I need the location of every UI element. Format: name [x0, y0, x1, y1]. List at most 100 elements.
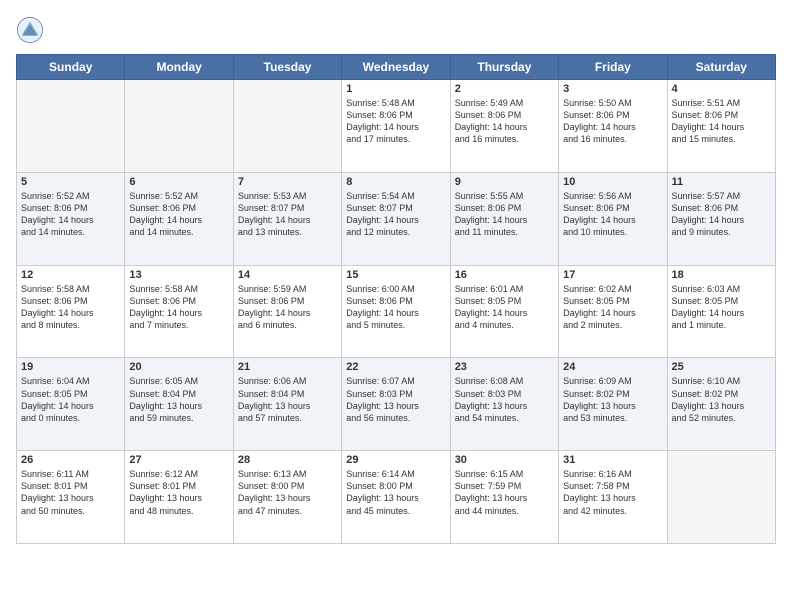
day-number: 1	[346, 83, 445, 95]
cal-cell-13: 13 Sunrise: 5:58 AM Sunset: 8:06 PM Dayli…	[125, 265, 233, 358]
cell-text: Sunrise: 5:58 AM Sunset: 8:06 PM Dayligh…	[21, 283, 120, 332]
cell-text: Sunrise: 6:07 AM Sunset: 8:03 PM Dayligh…	[346, 375, 445, 424]
day-number: 30	[455, 454, 554, 466]
week-row-4: 19Sunrise: 6:04 AM Sunset: 8:05 PM Dayli…	[17, 358, 776, 451]
cal-cell-15: 15 Sunrise: 6:00 AM Sunset: 8:06 PM Dayli…	[342, 265, 450, 358]
day-number: 2	[455, 83, 554, 95]
cell-text: Sunrise: 6:02 AM Sunset: 8:05 PM Dayligh…	[563, 283, 662, 332]
cell-text: Sunrise: 6:05 AM Sunset: 8:04 PM Dayligh…	[129, 375, 228, 424]
day-header-row: SundayMondayTuesdayWednesdayThursdayFrid…	[17, 55, 776, 80]
cal-cell-12: 12 Sunrise: 5:58 AM Sunset: 8:06 PM Dayli…	[17, 265, 125, 358]
cell-text: Sunrise: 6:06 AM Sunset: 8:04 PM Dayligh…	[238, 375, 337, 424]
day-number: 22	[346, 361, 445, 373]
cal-cell-1: 1Sunrise: 5:48 AM Sunset: 8:06 PM Daylig…	[342, 80, 450, 173]
cal-cell-17: 17 Sunrise: 6:02 AM Sunset: 8:05 PM Dayli…	[559, 265, 667, 358]
cell-text: Sunrise: 6:10 AM Sunset: 8:02 PM Dayligh…	[672, 375, 771, 424]
cal-cell-25: 25 Sunrise: 6:10 AM Sunset: 8:02 PM Dayli…	[667, 358, 775, 451]
cal-cell-7: 7Sunrise: 5:53 AM Sunset: 8:07 PM Daylig…	[233, 172, 341, 265]
cell-text: Sunrise: 6:09 AM Sunset: 8:02 PM Dayligh…	[563, 375, 662, 424]
cell-text: Sunrise: 5:53 AM Sunset: 8:07 PM Dayligh…	[238, 190, 337, 239]
cell-text: Sunrise: 5:56 AM Sunset: 8:06 PM Dayligh…	[563, 190, 662, 239]
week-row-5: 26 Sunrise: 6:11 AM Sunset: 8:01 PM Dayli…	[17, 451, 776, 544]
cell-text: Sunrise: 6:13 AM Sunset: 8:00 PM Dayligh…	[238, 468, 337, 517]
cal-cell-23: 23Sunrise: 6:08 AM Sunset: 8:03 PM Dayli…	[450, 358, 558, 451]
cal-cell-11: 11 Sunrise: 5:57 AM Sunset: 8:06 PM Dayli…	[667, 172, 775, 265]
day-number: 4	[672, 83, 771, 95]
day-number: 12	[21, 269, 120, 281]
logo-icon	[16, 16, 44, 44]
cal-cell-14: 14 Sunrise: 5:59 AM Sunset: 8:06 PM Dayli…	[233, 265, 341, 358]
day-number: 28	[238, 454, 337, 466]
cal-cell-9: 9Sunrise: 5:55 AM Sunset: 8:06 PM Daylig…	[450, 172, 558, 265]
day-number: 26	[21, 454, 120, 466]
day-number: 20	[129, 361, 228, 373]
cal-cell-24: 24 Sunrise: 6:09 AM Sunset: 8:02 PM Dayli…	[559, 358, 667, 451]
day-header-thursday: Thursday	[450, 55, 558, 80]
week-row-3: 12 Sunrise: 5:58 AM Sunset: 8:06 PM Dayli…	[17, 265, 776, 358]
day-number: 13	[129, 269, 228, 281]
cal-cell-16: 16Sunrise: 6:01 AM Sunset: 8:05 PM Dayli…	[450, 265, 558, 358]
cell-text: Sunrise: 6:14 AM Sunset: 8:00 PM Dayligh…	[346, 468, 445, 517]
cal-cell-5: 5 Sunrise: 5:52 AM Sunset: 8:06 PM Daylig…	[17, 172, 125, 265]
cell-text: Sunrise: 5:49 AM Sunset: 8:06 PM Dayligh…	[455, 97, 554, 146]
cell-text: Sunrise: 5:52 AM Sunset: 8:06 PM Dayligh…	[129, 190, 228, 239]
cell-text: Sunrise: 6:00 AM Sunset: 8:06 PM Dayligh…	[346, 283, 445, 332]
day-number: 27	[129, 454, 228, 466]
cell-text: Sunrise: 5:52 AM Sunset: 8:06 PM Dayligh…	[21, 190, 120, 239]
cal-cell-2: 2 Sunrise: 5:49 AM Sunset: 8:06 PM Daylig…	[450, 80, 558, 173]
cal-cell-18: 18 Sunrise: 6:03 AM Sunset: 8:05 PM Dayli…	[667, 265, 775, 358]
day-number: 18	[672, 269, 771, 281]
cal-cell-8: 8Sunrise: 5:54 AM Sunset: 8:07 PM Daylig…	[342, 172, 450, 265]
day-number: 23	[455, 361, 554, 373]
day-number: 24	[563, 361, 662, 373]
day-header-wednesday: Wednesday	[342, 55, 450, 80]
cell-text: Sunrise: 6:12 AM Sunset: 8:01 PM Dayligh…	[129, 468, 228, 517]
day-number: 29	[346, 454, 445, 466]
cell-text: Sunrise: 6:03 AM Sunset: 8:05 PM Dayligh…	[672, 283, 771, 332]
cal-cell-empty-6	[667, 451, 775, 544]
week-row-1: 1Sunrise: 5:48 AM Sunset: 8:06 PM Daylig…	[17, 80, 776, 173]
cell-text: Sunrise: 6:01 AM Sunset: 8:05 PM Dayligh…	[455, 283, 554, 332]
week-row-2: 5 Sunrise: 5:52 AM Sunset: 8:06 PM Daylig…	[17, 172, 776, 265]
day-number: 5	[21, 176, 120, 188]
cal-cell-31: 31 Sunrise: 6:16 AM Sunset: 7:58 PM Dayli…	[559, 451, 667, 544]
day-header-sunday: Sunday	[17, 55, 125, 80]
cell-text: Sunrise: 5:59 AM Sunset: 8:06 PM Dayligh…	[238, 283, 337, 332]
cell-text: Sunrise: 6:16 AM Sunset: 7:58 PM Dayligh…	[563, 468, 662, 517]
cal-cell-20: 20 Sunrise: 6:05 AM Sunset: 8:04 PM Dayli…	[125, 358, 233, 451]
day-number: 3	[563, 83, 662, 95]
cal-cell-3: 3Sunrise: 5:50 AM Sunset: 8:06 PM Daylig…	[559, 80, 667, 173]
day-number: 14	[238, 269, 337, 281]
cal-cell-22: 22 Sunrise: 6:07 AM Sunset: 8:03 PM Dayli…	[342, 358, 450, 451]
day-number: 6	[129, 176, 228, 188]
day-number: 15	[346, 269, 445, 281]
day-header-monday: Monday	[125, 55, 233, 80]
cal-cell-10: 10 Sunrise: 5:56 AM Sunset: 8:06 PM Dayli…	[559, 172, 667, 265]
cell-text: Sunrise: 5:57 AM Sunset: 8:06 PM Dayligh…	[672, 190, 771, 239]
cell-text: Sunrise: 6:15 AM Sunset: 7:59 PM Dayligh…	[455, 468, 554, 517]
day-number: 8	[346, 176, 445, 188]
cal-cell-6: 6 Sunrise: 5:52 AM Sunset: 8:06 PM Daylig…	[125, 172, 233, 265]
day-header-friday: Friday	[559, 55, 667, 80]
calendar-table: SundayMondayTuesdayWednesdayThursdayFrid…	[16, 54, 776, 544]
cal-cell-27: 27 Sunrise: 6:12 AM Sunset: 8:01 PM Dayli…	[125, 451, 233, 544]
cell-text: Sunrise: 6:04 AM Sunset: 8:05 PM Dayligh…	[21, 375, 120, 424]
cell-text: Sunrise: 5:51 AM Sunset: 8:06 PM Dayligh…	[672, 97, 771, 146]
cal-cell-empty-1	[125, 80, 233, 173]
day-number: 25	[672, 361, 771, 373]
day-number: 11	[672, 176, 771, 188]
cell-text: Sunrise: 5:58 AM Sunset: 8:06 PM Dayligh…	[129, 283, 228, 332]
cal-cell-empty-2	[233, 80, 341, 173]
day-number: 31	[563, 454, 662, 466]
cell-text: Sunrise: 6:11 AM Sunset: 8:01 PM Dayligh…	[21, 468, 120, 517]
cal-cell-21: 21 Sunrise: 6:06 AM Sunset: 8:04 PM Dayli…	[233, 358, 341, 451]
day-number: 21	[238, 361, 337, 373]
cal-cell-empty-0	[17, 80, 125, 173]
day-number: 17	[563, 269, 662, 281]
cal-cell-29: 29 Sunrise: 6:14 AM Sunset: 8:00 PM Dayli…	[342, 451, 450, 544]
cal-cell-19: 19Sunrise: 6:04 AM Sunset: 8:05 PM Dayli…	[17, 358, 125, 451]
cal-cell-26: 26 Sunrise: 6:11 AM Sunset: 8:01 PM Dayli…	[17, 451, 125, 544]
day-number: 9	[455, 176, 554, 188]
cal-cell-30: 30 Sunrise: 6:15 AM Sunset: 7:59 PM Dayli…	[450, 451, 558, 544]
day-number: 10	[563, 176, 662, 188]
